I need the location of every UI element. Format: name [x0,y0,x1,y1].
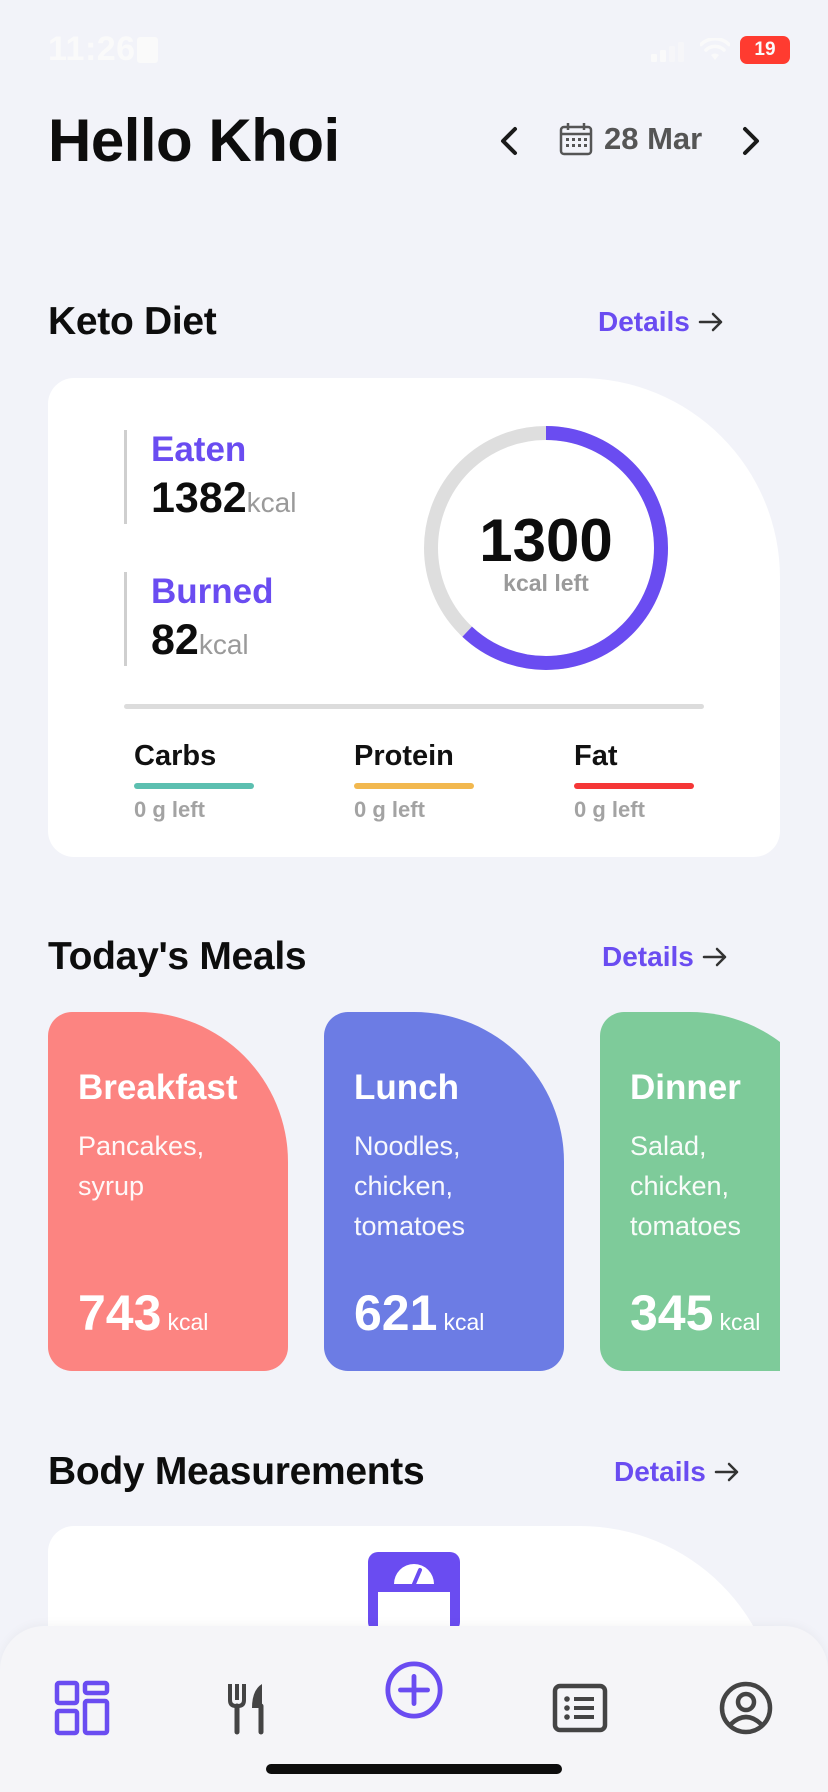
burned-unit: kcal [198,629,249,660]
calories-left-label: kcal left [503,570,589,596]
macro-name: Carbs [134,740,217,772]
meal-card-lunch[interactable]: Lunch Noodles, chicken, tomatoes 621 kcal [324,1012,564,1371]
meal-name: Dinner [630,1068,741,1107]
fat-bar [574,783,694,789]
meal-calories: 743 kcal [78,1285,209,1341]
eaten-stat: Eaten 1382kcal [124,430,296,524]
list-icon [552,1683,608,1733]
body-section-title: Body Measurements [48,1450,425,1493]
macro-protein: Protein 0 g left [354,740,474,823]
eaten-value: 1382 [151,474,247,522]
diet-section-title: Keto Diet [48,300,217,343]
arrow-right-icon [702,947,727,967]
meal-name: Lunch [354,1068,459,1107]
tab-dashboard[interactable] [52,1678,112,1738]
current-date[interactable]: 28 Mar [604,121,702,157]
arrow-right-icon [714,1462,739,1482]
meal-calories: 345 kcal [630,1285,761,1341]
eaten-label: Eaten [151,430,247,469]
tab-list[interactable] [550,1678,610,1738]
macro-name: Fat [574,740,618,772]
diet-summary-card[interactable]: Eaten 1382kcal Burned 82kcal 1300 kcal l… [48,378,780,857]
add-icon [385,1661,443,1719]
arrow-right-icon [698,312,723,332]
body-details-link[interactable]: Details [614,1456,740,1488]
weight-scale-icon [368,1552,460,1632]
page-title: Hello Khoi [48,107,340,174]
meal-description: Pancakes, syrup [78,1131,205,1201]
macro-remaining: 0 g left [574,797,645,822]
burned-label: Burned [151,572,274,611]
battery-indicator: 19 [740,36,790,64]
details-label: Details [598,306,690,337]
macro-carbs: Carbs 0 g left [134,740,254,823]
tab-profile[interactable] [716,1678,776,1738]
macro-remaining: 0 g left [134,797,205,822]
meals-section-title: Today's Meals [48,935,307,978]
status-bar: 11:26 19 [0,0,828,100]
status-time: 11:26 [48,30,136,68]
details-label: Details [602,941,694,972]
chevron-right-icon[interactable] [730,121,770,161]
divider [124,704,704,709]
meal-card-dinner[interactable]: Dinner Salad, chicken, tomatoes 345 kcal [600,1012,780,1371]
meals-icon [228,1684,264,1735]
burned-value: 82 [151,616,199,664]
protein-bar [354,783,474,789]
profile-icon [719,1681,773,1735]
meal-name: Breakfast [78,1068,238,1107]
wifi-icon [700,38,730,60]
chevron-left-icon[interactable] [490,121,530,161]
macro-name: Protein [354,740,454,772]
eaten-unit: kcal [246,487,297,518]
meal-description: Noodles, chicken, tomatoes [354,1131,466,1241]
burned-stat: Burned 82kcal [124,572,274,666]
person-badge-icon [137,37,158,63]
date-navigator: 28 Mar [490,115,780,163]
signal-icon [651,42,684,62]
meal-card-breakfast[interactable]: Breakfast Pancakes, syrup 743 kcal [48,1012,288,1371]
meal-calories: 621 kcal [354,1285,485,1341]
details-label: Details [614,1456,706,1487]
meal-description: Salad, chicken, tomatoes [630,1131,742,1241]
meals-details-link[interactable]: Details [602,941,728,973]
tab-add[interactable] [384,1660,444,1720]
macro-remaining: 0 g left [354,797,425,822]
meals-carousel[interactable]: Breakfast Pancakes, syrup 743 kcal Lunch … [0,1000,780,1390]
macro-fat: Fat 0 g left [574,740,694,823]
diet-details-link[interactable]: Details [598,306,724,338]
dashboard-icon [54,1680,110,1736]
calories-left-value: 1300 [479,507,613,574]
carbs-bar [134,783,254,789]
calendar-icon[interactable] [558,121,594,157]
home-indicator [266,1764,562,1774]
tab-meals[interactable] [218,1678,278,1738]
